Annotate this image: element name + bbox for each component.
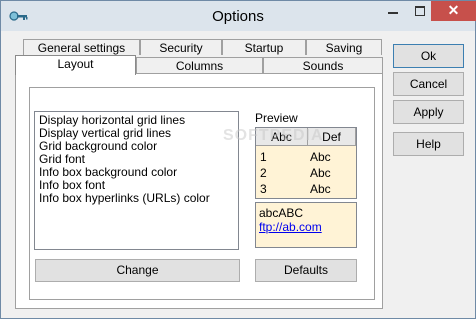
tab-columns[interactable]: Columns [136, 57, 263, 73]
title-bar[interactable]: Options ✕ [1, 1, 476, 31]
tab-sounds[interactable]: Sounds [263, 57, 383, 73]
ok-button[interactable]: Ok [393, 44, 464, 68]
options-window: Options ✕ General settings Security Star… [0, 0, 476, 319]
apply-button[interactable]: Apply [393, 100, 464, 124]
grid-cell: 3 [260, 182, 267, 196]
layout-options-list[interactable]: Display horizontal grid lines Display ve… [34, 111, 239, 250]
info-text: abcABC [259, 206, 304, 220]
grid-header-def: Def [308, 128, 356, 146]
help-button[interactable]: Help [393, 132, 464, 156]
close-button[interactable]: ✕ [431, 1, 476, 21]
minimize-button[interactable] [379, 1, 407, 21]
list-item[interactable]: Info box hyperlinks (URLs) color [35, 192, 238, 205]
tab-startup[interactable]: Startup [222, 39, 306, 55]
preview-label: Preview [255, 111, 298, 125]
change-button[interactable]: Change [35, 259, 240, 282]
tab-saving[interactable]: Saving [306, 39, 382, 55]
info-link[interactable]: ftp://ab.com [259, 220, 356, 234]
tab-general-settings[interactable]: General settings [23, 39, 140, 55]
grid-cell: Abc [310, 182, 331, 196]
maximize-button[interactable] [407, 1, 433, 21]
preview-grid: Abc Def 1 Abc 2 Abc 3 Abc [255, 127, 357, 199]
tab-layout[interactable]: Layout [15, 55, 136, 75]
defaults-button[interactable]: Defaults [255, 259, 357, 282]
close-icon: ✕ [447, 2, 460, 18]
cancel-button[interactable]: Cancel [393, 72, 464, 96]
preview-info-box: abcABC ftp://ab.com [255, 202, 357, 248]
grid-header-abc: Abc [256, 128, 308, 146]
tab-security[interactable]: Security [140, 39, 222, 55]
